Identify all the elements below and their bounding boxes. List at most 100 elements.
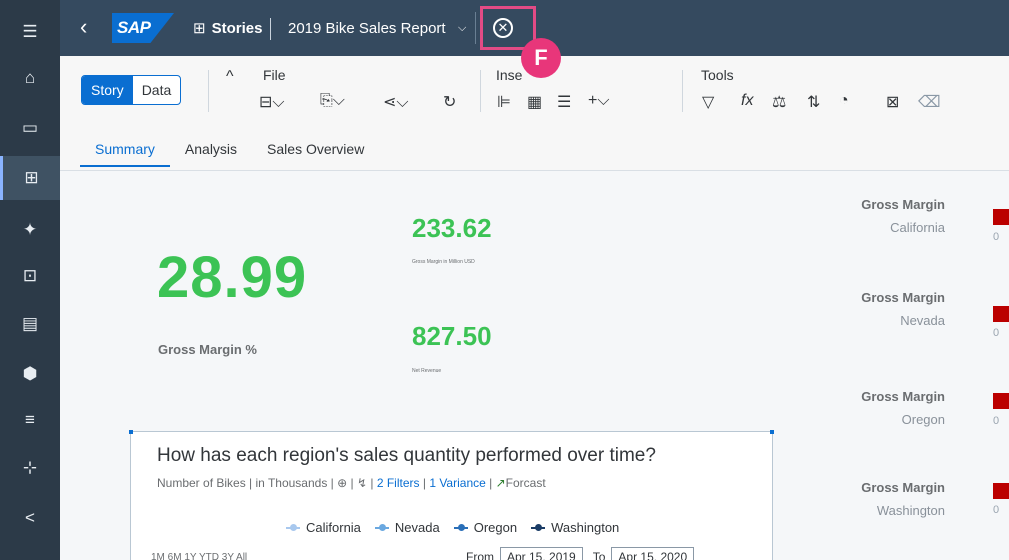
table-icon[interactable]: ▦ [527, 92, 542, 112]
file-group-label: File [263, 67, 286, 83]
panel-region: California [890, 220, 945, 235]
filter-controls-icon[interactable]: ☰ [557, 92, 571, 112]
from-date-input[interactable]: Apr 15, 2019 [500, 547, 583, 560]
stories-icon[interactable]: ⊞ [0, 156, 60, 200]
annotation-badge: F [521, 38, 561, 78]
panel-region: Nevada [900, 313, 945, 328]
chart-question: How has each region's sales quantity per… [157, 445, 656, 466]
link-icon[interactable]: ↯ [357, 476, 367, 490]
lock-icon[interactable]: ⊠ [886, 92, 899, 112]
chevron-down-icon[interactable]: ⌵ [458, 22, 466, 35]
tab-sales-overview[interactable]: Sales Overview [252, 141, 379, 167]
filters-link[interactable]: 2 Filters [377, 476, 420, 490]
add-icon[interactable]: +⌵ [588, 92, 609, 110]
negative-bar [993, 209, 1009, 225]
gross-margin-panel-oregon[interactable]: Gross Margin Oregon [861, 389, 945, 427]
planning-icon[interactable]: ⊡ [0, 254, 60, 298]
panel-title: Gross Margin [861, 480, 945, 495]
region-sales-chart-card[interactable]: How has each region's sales quantity per… [129, 430, 774, 560]
variance-link[interactable]: 1 Variance [429, 476, 485, 490]
gross-margin-panel-washington[interactable]: Gross Margin Washington [861, 480, 945, 518]
back-icon[interactable]: ‹ [80, 16, 87, 38]
import-icon[interactable]: ≡ [0, 398, 60, 442]
legend-marker [286, 523, 300, 531]
compare-icon[interactable]: ⚖ [772, 92, 786, 112]
bar-chart-icon[interactable]: ⊫ [497, 92, 511, 112]
copy-icon[interactable]: ⎘⌵ [320, 92, 345, 110]
gross-margin-label: Gross Margin in Million USD [412, 259, 475, 265]
data-toggle-button[interactable]: Data [133, 76, 181, 104]
negative-bar [993, 306, 1009, 322]
forecast-icon: ↗ [495, 476, 506, 490]
chart-subtitle: Number of Bikes | in Thousands | ⊕ | ↯ |… [157, 476, 546, 490]
hierarchy-icon[interactable]: ⊕ [337, 476, 347, 490]
save-icon[interactable]: ⊟⌵ [259, 92, 285, 112]
forecast-label[interactable]: Forcast [506, 476, 546, 490]
shell-bar: ‹ SAP ⊞ Stories 2019 Bike Sales Report ⌵… [60, 0, 1009, 78]
sort-icon[interactable]: ⇅ [807, 92, 820, 112]
folder-icon[interactable]: ▭ [0, 106, 60, 150]
resize-handle[interactable] [770, 430, 774, 434]
story-data-toggle[interactable]: Story Data [81, 75, 182, 105]
to-date-input[interactable]: Apr 15, 2020 [611, 547, 695, 560]
panel-title: Gross Margin [861, 389, 945, 404]
sap-story-app: ☰ ⌂ ▭ ⊞ ✦ ⊡ ▤ ⬢ ≡ ⊹ < ‹ SAP ⊞ Stories 20… [0, 0, 1009, 560]
story-canvas: 28.99 Gross Margin % 233.62 Gross Margin… [60, 171, 1009, 560]
axis-zero: 0 [993, 231, 1000, 243]
legend-marker [453, 523, 468, 531]
gross-margin-value[interactable]: 233.62 [412, 213, 492, 244]
transfer-icon[interactable]: ⊹ [0, 446, 60, 490]
panel-region: Oregon [901, 412, 945, 427]
net-revenue-value[interactable]: 827.50 [412, 321, 492, 352]
story-toggle-button[interactable]: Story [82, 76, 133, 104]
stories-icon: ⊞ [193, 20, 206, 37]
stories-menu[interactable]: ⊞ Stories [193, 19, 263, 38]
panel-title: Gross Margin [861, 290, 945, 305]
resize-handle[interactable] [129, 430, 133, 434]
smart-insights-icon[interactable]: ◔ [839, 92, 849, 110]
legend-marker [374, 523, 389, 531]
to-label: To [592, 550, 606, 560]
tab-summary[interactable]: Summary [80, 141, 170, 167]
filter-icon[interactable]: ▽ [702, 92, 714, 112]
stories-label: Stories [211, 19, 263, 37]
clear-icon[interactable]: ⌫ [918, 92, 941, 112]
tools-group-label: Tools [701, 67, 734, 83]
gross-margin-panel-california[interactable]: Gross Margin California [861, 197, 945, 235]
legend-item[interactable]: Oregon [453, 520, 518, 535]
divider [270, 18, 271, 40]
panel-region: Washington [876, 503, 945, 518]
datasets-icon[interactable]: ▤ [0, 302, 60, 346]
legend-marker [531, 523, 546, 531]
refresh-icon[interactable]: ↻ [443, 92, 456, 112]
range-presets[interactable]: 1M 6M 1Y YTD 3Y All [151, 552, 247, 560]
side-navigation: ☰ ⌂ ▭ ⊞ ✦ ⊡ ▤ ⬢ ≡ ⊹ < [0, 0, 60, 560]
modeler-icon[interactable]: ⬢ [0, 352, 60, 396]
chart-measure-text: Number of Bikes | in Thousands | [157, 476, 338, 490]
gross-margin-panel-nevada[interactable]: Gross Margin Nevada [861, 290, 945, 328]
share-icon[interactable]: < [0, 496, 60, 540]
legend-item[interactable]: California [286, 520, 361, 535]
axis-zero: 0 [993, 415, 1000, 427]
from-label: From [466, 550, 494, 560]
logo-text: SAP [117, 18, 151, 37]
legend-item[interactable]: Nevada [374, 520, 440, 535]
share-icon[interactable]: ⋖⌵ [383, 92, 409, 112]
home-icon[interactable]: ⌂ [0, 56, 60, 100]
story-title[interactable]: 2019 Bike Sales Report [288, 20, 446, 37]
legend-label: Nevada [394, 520, 440, 535]
legend-item[interactable]: Washington [531, 520, 619, 535]
collapse-icon[interactable]: ^ [226, 68, 234, 86]
divider [682, 70, 683, 112]
axis-zero: 0 [993, 327, 1000, 339]
tab-analysis[interactable]: Analysis [170, 141, 252, 167]
gross-margin-percent-value[interactable]: 28.99 [157, 244, 307, 311]
formula-icon[interactable]: fx [741, 92, 753, 110]
story-tabs: Summary Analysis Sales Overview [80, 141, 379, 167]
close-icon[interactable]: ✕ [493, 18, 513, 38]
legend-label: California [306, 520, 361, 535]
menu-icon[interactable]: ☰ [0, 10, 60, 54]
legend-label: Oregon [473, 520, 518, 535]
analytics-icon[interactable]: ✦ [0, 208, 60, 252]
sap-logo[interactable]: SAP [112, 13, 174, 43]
